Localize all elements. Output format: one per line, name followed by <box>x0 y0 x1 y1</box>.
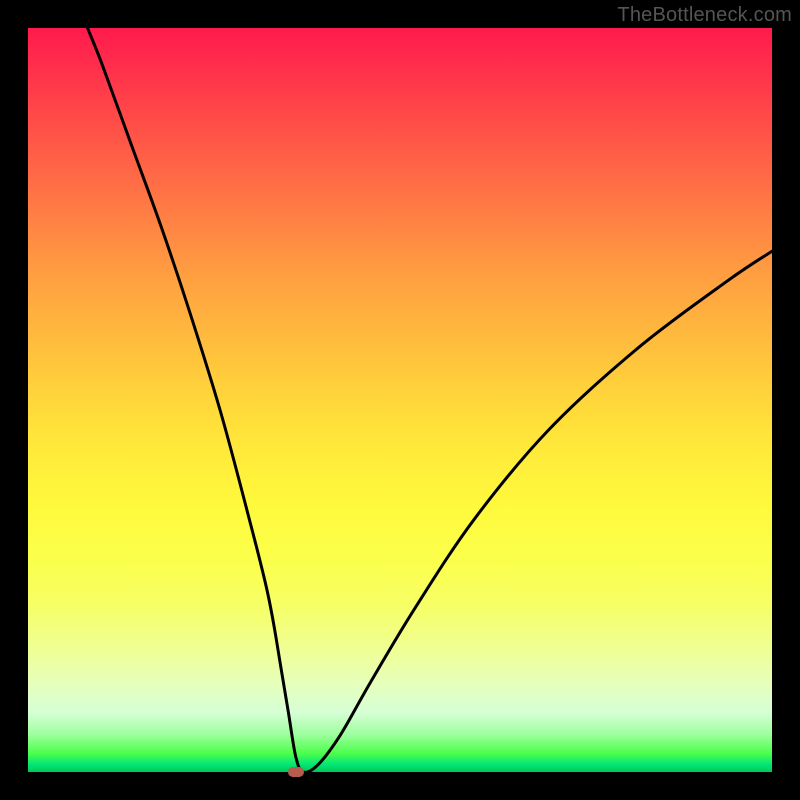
watermark-text: TheBottleneck.com <box>617 4 792 27</box>
gradient-plot-area <box>28 28 772 772</box>
